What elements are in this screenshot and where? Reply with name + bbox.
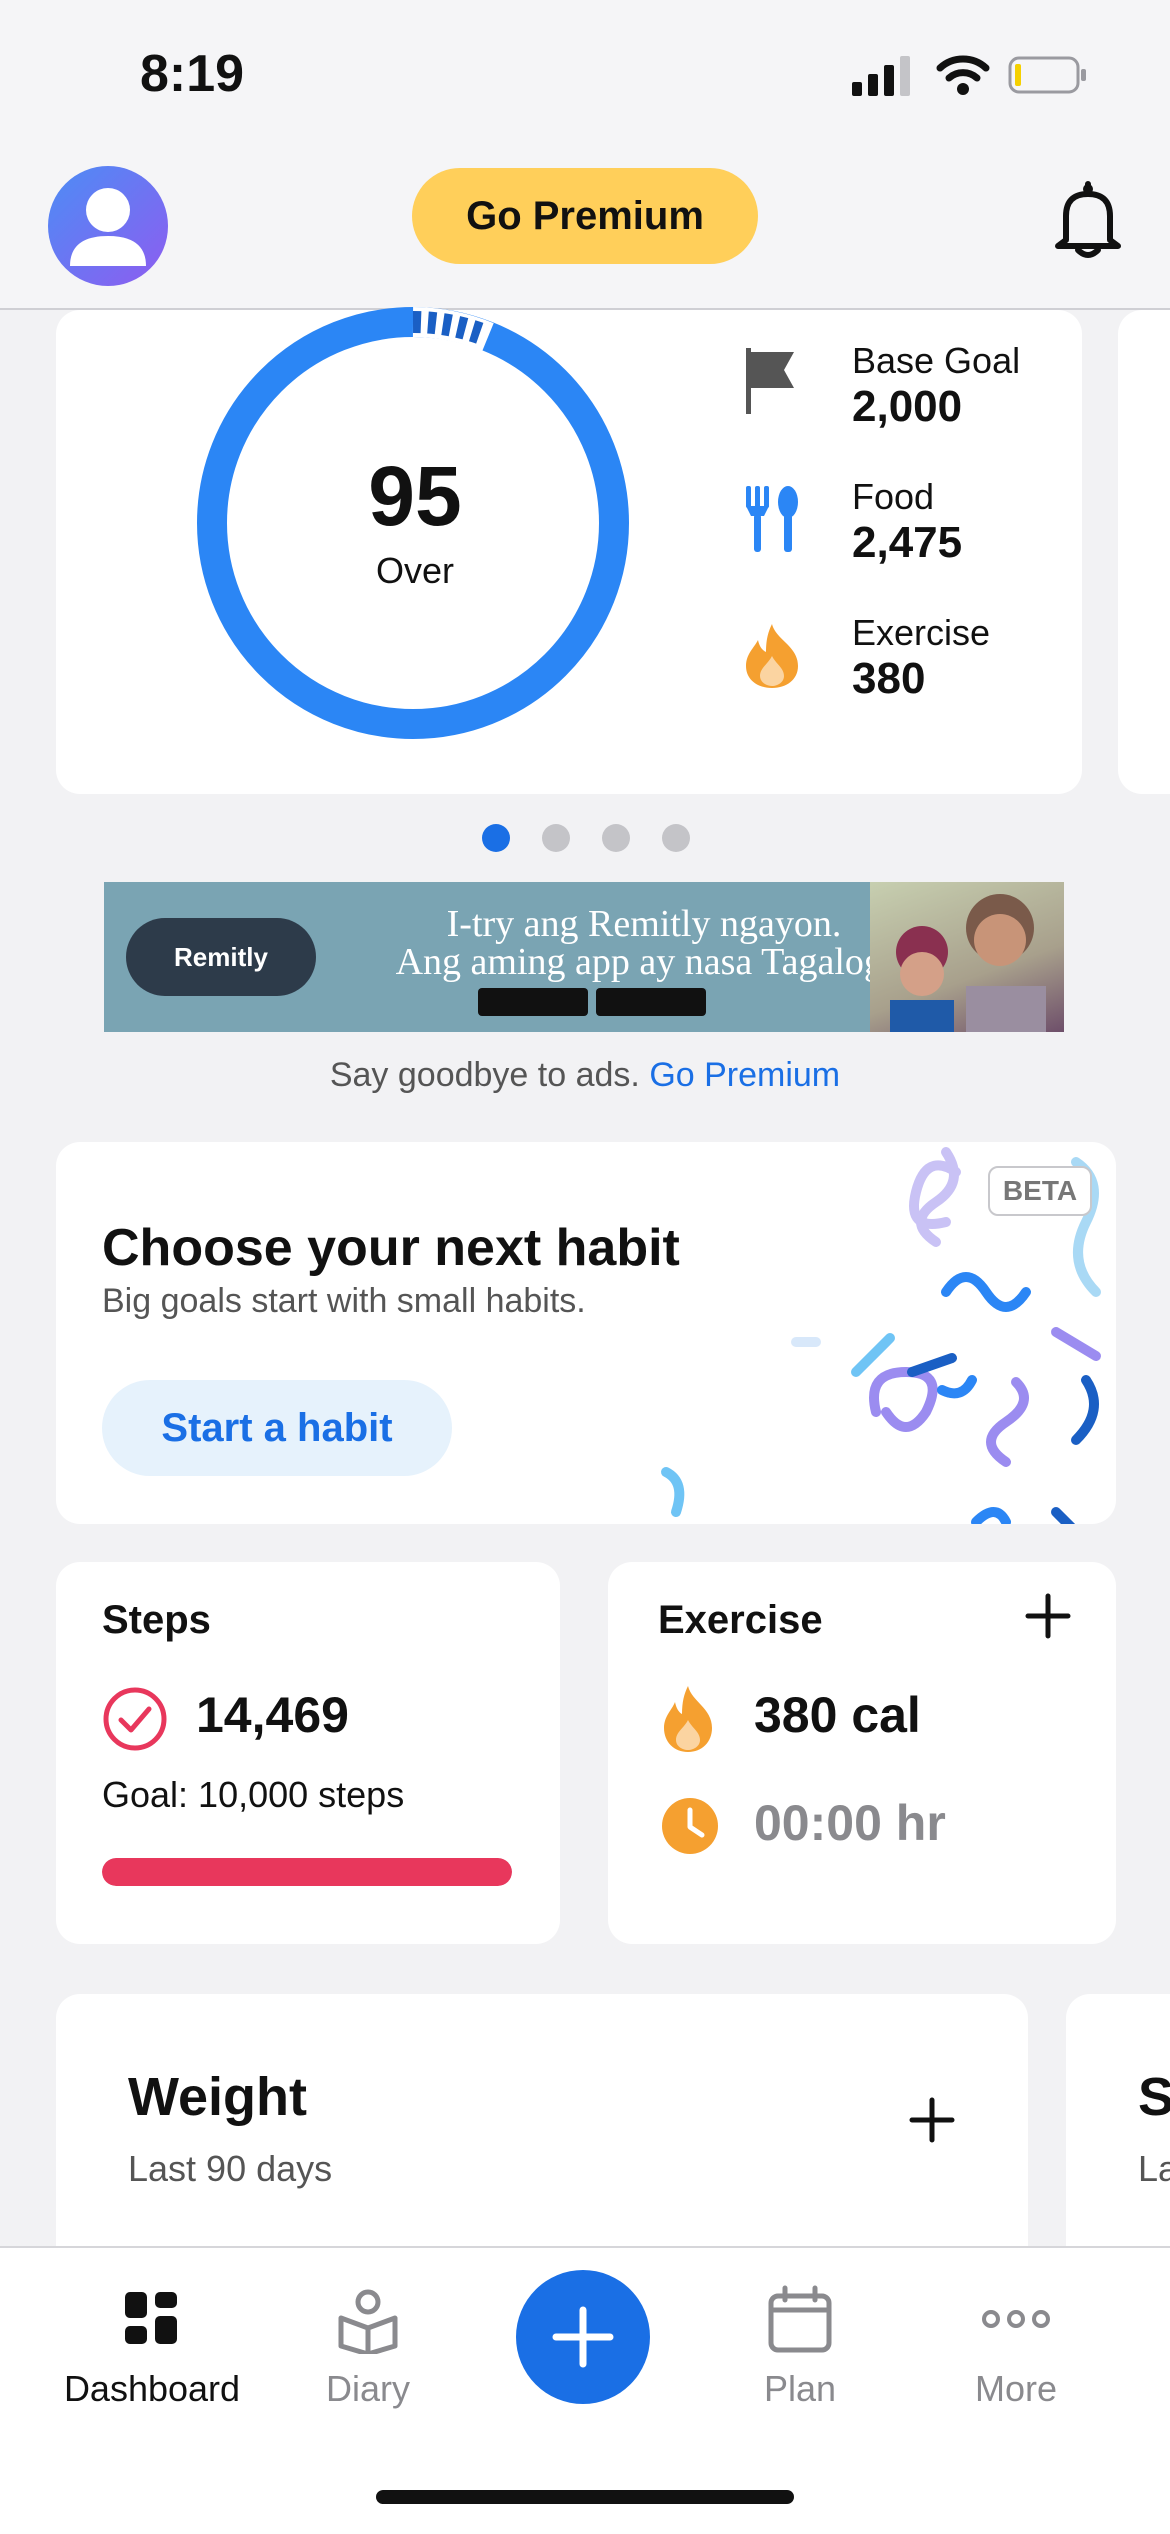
steps-title: Steps	[102, 1598, 211, 1642]
tab-plan[interactable]: Plan	[690, 2368, 910, 2410]
weight-subtitle: Last 90 days	[128, 2148, 333, 2189]
steps-goal: Goal: 10,000 steps	[102, 1774, 405, 1815]
user-icon	[70, 188, 146, 266]
ad-footer: Say goodbye to ads. Go Premium	[0, 1056, 1170, 1095]
home-indicator	[376, 2490, 794, 2504]
next-card-subtitle: La	[1138, 2148, 1170, 2189]
carousel-dot-1[interactable]	[482, 824, 510, 852]
habit-subtitle: Big goals start with small habits.	[102, 1282, 586, 1320]
avatar[interactable]	[48, 166, 168, 286]
cellular-signal-icon	[852, 56, 910, 96]
app-store-badge-icon	[478, 988, 588, 1016]
go-premium-link[interactable]: Go Premium	[649, 1056, 840, 1094]
next-summary-card-edge[interactable]	[1118, 310, 1170, 794]
more-icon[interactable]	[981, 2284, 1051, 2354]
tab-more[interactable]: More	[906, 2368, 1126, 2410]
steps-progress-fill	[102, 1858, 512, 1886]
go-premium-button[interactable]: Go Premium	[412, 168, 758, 264]
overage-stripes	[412, 307, 494, 352]
steps-card[interactable]: Steps 14,469 Goal: 10,000 steps	[56, 1562, 560, 1944]
ad-footer-text: Say goodbye to ads.	[329, 1056, 640, 1094]
flame-icon	[746, 624, 798, 688]
plus-icon	[552, 2306, 614, 2368]
ad-photo-figures	[890, 894, 1046, 1032]
exercise-label: Exercise	[852, 612, 991, 653]
flag-icon	[746, 348, 794, 414]
steps-progress-bar	[102, 1858, 512, 1886]
add-exercise-icon[interactable]	[1018, 1586, 1078, 1646]
habit-title: Choose your next habit	[102, 1219, 680, 1277]
weight-title: Weight	[128, 2067, 307, 2127]
steps-value: 14,469	[196, 1687, 349, 1743]
tab-dashboard[interactable]: Dashboard	[42, 2368, 262, 2410]
battery-icon	[1008, 56, 1086, 94]
notification-bell-icon[interactable]	[1050, 180, 1126, 260]
exercise-duration: 00:00 hr	[754, 1795, 946, 1851]
clock-icon	[662, 1798, 718, 1854]
quick-add-button[interactable]	[516, 2270, 650, 2404]
exercise-calories: 380 cal	[754, 1687, 921, 1743]
base-goal-label: Base Goal	[852, 340, 1021, 381]
check-circle-icon	[103, 1687, 167, 1751]
next-card-title: S	[1138, 2067, 1170, 2127]
google-play-badge-icon	[596, 988, 706, 1016]
ad-banner[interactable]: Remitly I-try ang Remitly ngayon. Ang am…	[104, 882, 1064, 1032]
calendar-icon[interactable]	[765, 2284, 835, 2354]
habit-card[interactable]: BETA Choose your next habit Big goals st…	[56, 1142, 1116, 1524]
base-goal-value: 2,000	[852, 382, 963, 431]
carousel-dot-2[interactable]	[542, 824, 570, 852]
tab-diary[interactable]: Diary	[258, 2368, 478, 2410]
food-label: Food	[852, 476, 935, 517]
ad-headline-2: Ang aming app ay nasa Tagalog.	[395, 941, 893, 983]
ad-photo	[870, 882, 1064, 1032]
exercise-title: Exercise	[658, 1598, 823, 1642]
carousel-dot-4[interactable]	[662, 824, 690, 852]
start-habit-button[interactable]: Start a habit	[102, 1380, 452, 1476]
beta-badge: BETA	[988, 1166, 1092, 1216]
food-value: 2,475	[852, 518, 963, 567]
calories-remaining-value: 95	[368, 449, 462, 543]
flame-icon	[664, 1686, 712, 1752]
dashboard-icon[interactable]	[117, 2284, 187, 2354]
carousel-dot-3[interactable]	[602, 824, 630, 852]
diary-icon[interactable]	[333, 2284, 403, 2354]
status-time: 8:19	[140, 45, 245, 103]
add-weight-icon[interactable]	[902, 2090, 962, 2150]
exercise-value: 380	[852, 654, 926, 703]
ad-brand-logo: Remitly	[126, 918, 316, 996]
exercise-card[interactable]: Exercise 380 cal 00:00 hr	[608, 1562, 1116, 1944]
calories-remaining-label: Over	[375, 550, 454, 591]
fork-knife-icon	[746, 486, 798, 552]
wifi-icon	[936, 55, 990, 95]
